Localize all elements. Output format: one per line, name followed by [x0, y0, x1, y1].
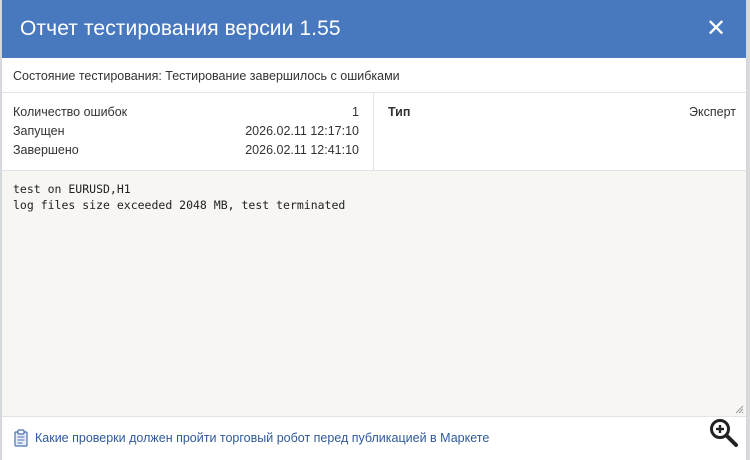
info-row-error-count: Количество ошибок 1: [13, 103, 359, 122]
clipboard-icon: [14, 428, 28, 447]
market-requirements-link[interactable]: Какие проверки должен пройти торговый ро…: [35, 431, 489, 445]
dialog-header: Отчет тестирования версии 1.55 ✕: [2, 0, 746, 58]
info-row-finished: Завершено 2026.02.11 12:41:10: [13, 141, 359, 160]
dialog-title: Отчет тестирования версии 1.55: [20, 17, 341, 40]
resize-grip-icon[interactable]: [734, 404, 744, 414]
test-status-text: Состояние тестирования: Тестирование зав…: [13, 68, 400, 83]
info-row-started: Запущен 2026.02.11 12:17:10: [13, 122, 359, 141]
type-label: Тип: [388, 105, 411, 119]
info-value: 2026.02.11 12:41:10: [245, 143, 359, 157]
close-icon[interactable]: ✕: [704, 17, 728, 41]
log-line: test on EURUSD,H1: [13, 182, 131, 196]
info-left-column: Количество ошибок 1 Запущен 2026.02.11 1…: [2, 93, 374, 170]
zoom-in-icon[interactable]: [708, 417, 740, 449]
info-label: Завершено: [13, 143, 79, 157]
info-value: 2026.02.11 12:17:10: [245, 124, 359, 138]
info-right-column: Тип Эксперт: [374, 93, 746, 122]
info-value: 1: [352, 105, 359, 119]
log-line: log files size exceeded 2048 MB, test te…: [13, 198, 346, 212]
info-panel: Количество ошибок 1 Запущен 2026.02.11 1…: [2, 93, 746, 171]
info-label: Количество ошибок: [13, 105, 128, 119]
test-report-dialog: Отчет тестирования версии 1.55 ✕ Состоян…: [1, 0, 747, 460]
test-status: Состояние тестирования: Тестирование зав…: [2, 59, 746, 93]
type-value: Эксперт: [689, 105, 736, 119]
dialog-footer: Какие проверки должен пройти торговый ро…: [2, 416, 746, 458]
test-log[interactable]: test on EURUSD,H1 log files size exceede…: [2, 171, 746, 416]
info-label: Запущен: [13, 124, 65, 138]
